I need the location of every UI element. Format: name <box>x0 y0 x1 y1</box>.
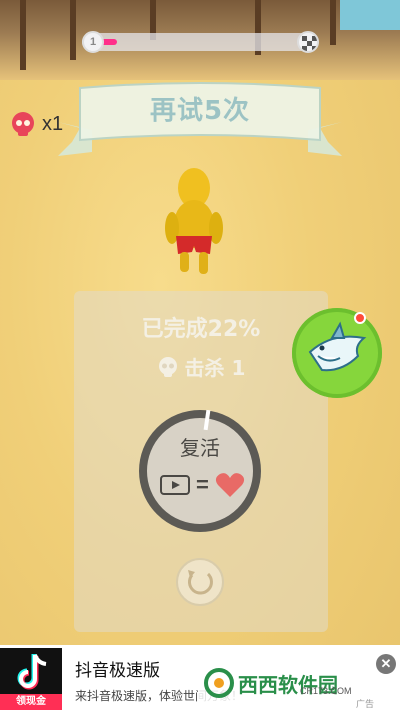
notification-dot <box>354 312 366 324</box>
revive-cost: = <box>160 472 245 498</box>
hut-post <box>20 0 26 70</box>
kill-summary: 击杀 1 <box>74 352 328 381</box>
revive-button[interactable] <box>139 410 261 532</box>
retry-banner: 再试5次 <box>58 82 342 166</box>
completion-percent: 已完成22% <box>141 317 261 342</box>
skull-icon <box>12 112 34 136</box>
sea-background <box>340 0 400 30</box>
hut-post <box>330 0 336 45</box>
replay-icon <box>187 570 213 595</box>
hut-post <box>70 0 76 60</box>
replay-button[interactable] <box>176 558 224 606</box>
kill-counter: x1 <box>10 111 63 137</box>
player-character <box>160 164 230 276</box>
ad-tag: 广告 <box>356 700 375 710</box>
kill-count-label: x1 <box>42 112 64 135</box>
level-progress-bar <box>82 33 318 51</box>
skull-icon <box>158 356 177 377</box>
kill-summary-text: 击杀 1 <box>184 356 246 380</box>
progress-start-marker: 1 <box>82 31 104 53</box>
video-icon <box>160 475 190 495</box>
ad-close-button[interactable]: ✕ <box>376 654 396 674</box>
watermark-domain: CR173.COM <box>300 686 352 696</box>
retry-banner-text: 再试5次 <box>149 96 251 126</box>
equals-sign: = <box>196 472 209 497</box>
finish-flag-icon <box>297 31 319 53</box>
heart-icon <box>215 473 244 497</box>
site-watermark: 西西软件园 <box>198 660 382 706</box>
watermark-logo-icon <box>204 668 234 698</box>
shark-skin-button[interactable] <box>292 308 382 398</box>
shark-icon <box>308 321 367 372</box>
ad-title[interactable]: 抖音极速版 <box>75 656 160 681</box>
revive-label: 复活 <box>180 436 220 460</box>
ad-logo-badge: 领现金 <box>0 694 62 710</box>
